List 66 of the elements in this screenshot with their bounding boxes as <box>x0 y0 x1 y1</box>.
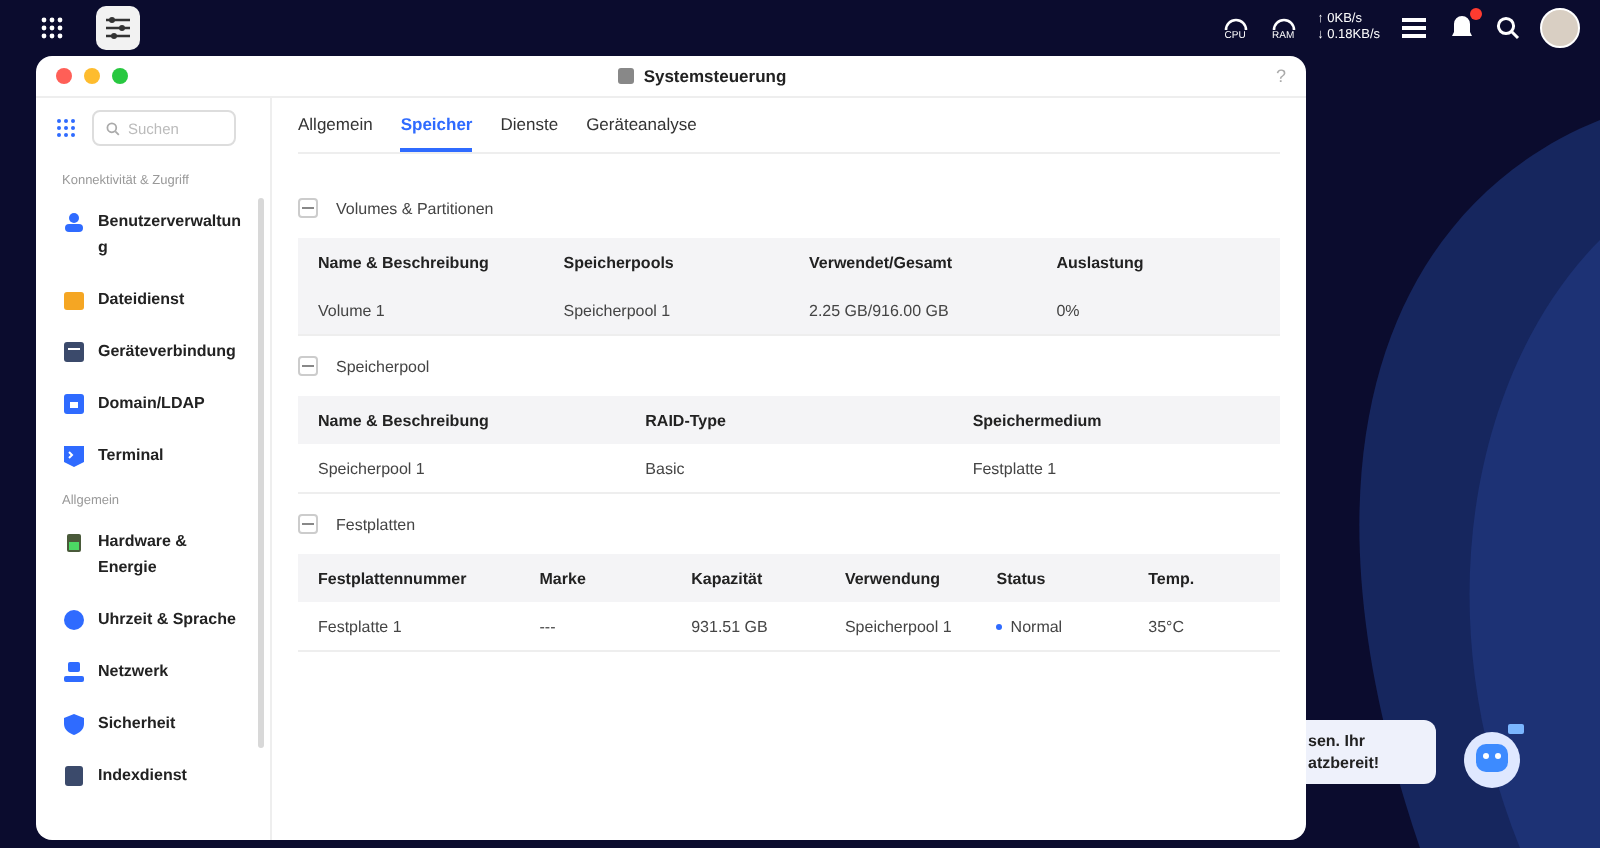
column-header: Speichermedium <box>952 396 1280 444</box>
column-header: Marke <box>519 554 672 602</box>
tab[interactable]: Speicher <box>400 114 473 152</box>
domain-icon <box>62 392 86 416</box>
column-header: Name & Beschreibung <box>298 238 544 286</box>
column-header: Temp. <box>1128 554 1280 602</box>
sidebar-item[interactable]: Terminal <box>36 434 270 486</box>
tab[interactable]: Geräteanalyse <box>586 114 697 152</box>
user-icon <box>62 210 86 234</box>
shield-icon <box>62 712 86 736</box>
folder-icon <box>62 288 86 312</box>
bell-icon[interactable] <box>1448 14 1476 42</box>
control-panel-app-icon[interactable] <box>96 6 140 50</box>
sidebar-item[interactable]: Netzwerk <box>36 650 270 702</box>
gauge-icon <box>1269 15 1298 31</box>
column-header: Verwendung <box>824 554 977 602</box>
search-icon[interactable] <box>1496 16 1520 40</box>
terminal-icon <box>62 444 86 468</box>
section-title: Festplatten <box>336 515 416 533</box>
tab[interactable]: Allgemein <box>298 114 373 152</box>
status-text: Normal <box>1010 617 1063 635</box>
grid-icon[interactable] <box>56 118 76 138</box>
column-header: Speicherpools <box>543 238 789 286</box>
table-cell: Speicherpool 1 <box>543 286 789 336</box>
minus-icon <box>302 202 314 214</box>
search-icon <box>106 121 120 135</box>
assistant-message: atzbereit! <box>1308 752 1382 774</box>
column-header: Festplattennummer <box>298 554 520 602</box>
minus-icon <box>302 518 314 530</box>
app-grid-icon[interactable] <box>40 16 64 40</box>
avatar[interactable] <box>1540 8 1580 48</box>
gauge-icon <box>1221 15 1250 31</box>
collapse-button[interactable] <box>298 514 318 534</box>
sidebar-item[interactable]: Indexdienst <box>36 754 270 806</box>
collapse-button[interactable] <box>298 356 318 376</box>
column-header: Name & Beschreibung <box>298 396 626 444</box>
scrollbar[interactable] <box>258 198 264 748</box>
minus-icon <box>302 360 314 372</box>
table-cell: 2.25 GB/916.00 GB <box>789 286 1037 336</box>
robot-assistant-icon[interactable] <box>1460 724 1524 788</box>
column-header: Verwendet/Gesamt <box>789 238 1037 286</box>
battery-icon <box>62 530 86 554</box>
tab[interactable]: Dienste <box>500 114 559 152</box>
sidebar-item[interactable]: Domain/LDAP <box>36 382 270 434</box>
sidebar-item[interactable]: Sicherheit <box>36 702 270 754</box>
list-icon[interactable] <box>1400 16 1428 40</box>
section-title: Speicherpool <box>336 357 430 375</box>
sidebar-item[interactable]: Benutzerverwaltung <box>36 200 270 278</box>
section-title: Volumes & Partitionen <box>336 199 494 217</box>
column-header: Kapazität <box>671 554 825 602</box>
device-icon <box>62 340 86 364</box>
sidebar-item[interactable]: Dateidienst <box>36 278 270 330</box>
assistant-message: sen. Ihr <box>1308 730 1367 752</box>
sidebar-item[interactable]: Uhrzeit & Sprache <box>36 598 270 650</box>
column-header: Status <box>976 554 1129 602</box>
collapse-button[interactable] <box>298 198 318 218</box>
table-cell: Volume 1 <box>298 286 544 336</box>
sidebar-item[interactable]: Hardware & Energie <box>36 520 270 598</box>
network-icon <box>62 660 86 684</box>
table-cell: 0% <box>1036 286 1280 336</box>
column-header: RAID-Type <box>625 396 953 444</box>
close-button[interactable] <box>56 68 72 84</box>
app-icon <box>617 68 634 84</box>
sidebar-item[interactable]: Geräteverbindung <box>36 330 270 382</box>
column-header: Auslastung <box>1036 238 1280 286</box>
window-title: Systemsteuerung <box>643 66 787 86</box>
